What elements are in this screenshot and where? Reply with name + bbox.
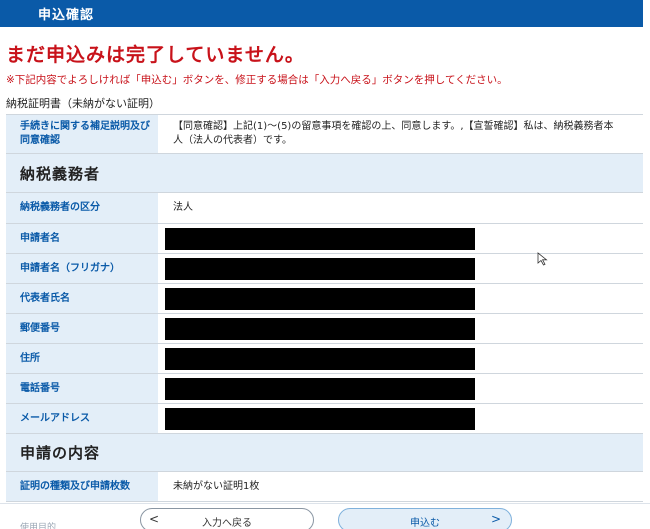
row-value: [158, 314, 643, 343]
row-value: [158, 224, 643, 253]
redacted-value: [165, 407, 475, 430]
row-label: 手続きに関する補足説明及び同意確認: [6, 115, 158, 153]
table-row-postal-code: 郵便番号: [6, 314, 643, 344]
incomplete-warning-title: まだ申込みは完了していません。: [6, 44, 305, 66]
form-name: 納税証明書（未納がない証明）: [6, 97, 160, 110]
row-value: [158, 284, 643, 313]
table-row-taxpayer-type: 納税義務者の区分 法人: [6, 193, 643, 224]
row-value: [158, 404, 643, 433]
row-value: 【同意確認】上記(1)〜(5)の留意事項を確認の上、同意します。,【宣誓確認】私…: [173, 121, 614, 146]
row-label: 申請者名（フリガナ）: [6, 254, 158, 283]
row-value: [158, 374, 643, 403]
row-value: 未納がない証明1枚: [173, 480, 260, 492]
table-row-representative: 代表者氏名: [6, 284, 643, 314]
table-row-applicant-name: 申請者名: [6, 224, 643, 254]
row-label: メールアドレス: [6, 404, 158, 433]
row-value: [158, 254, 643, 283]
row-label: 住所: [6, 344, 158, 373]
purpose-label-peek: 使用目的: [20, 523, 57, 529]
redacted-value: [165, 227, 475, 250]
action-bar: [0, 503, 650, 529]
table-row-address: 住所: [6, 344, 643, 374]
row-label: 納税義務者の区分: [6, 193, 158, 223]
redacted-value: [165, 347, 475, 370]
row-value: [158, 344, 643, 373]
row-value: 法人: [173, 202, 193, 213]
table-row-certificate-type: 証明の種類及び申請枚数 未納がない証明1枚: [6, 472, 643, 502]
table-row-email: メールアドレス: [6, 404, 643, 434]
table-row-phone: 電話番号: [6, 374, 643, 404]
submit-button-label: 申込む: [410, 518, 440, 529]
chevron-right-icon: >: [490, 512, 501, 526]
submit-application-button[interactable]: 申込む >: [338, 508, 512, 529]
row-label: 電話番号: [6, 374, 158, 403]
row-label: 代表者氏名: [6, 284, 158, 313]
redacted-value: [165, 257, 475, 280]
page-header: 申込確認: [0, 0, 643, 27]
redacted-value: [165, 317, 475, 340]
row-label: 申請者名: [6, 224, 158, 253]
table-row-supplement: 手続きに関する補足説明及び同意確認 【同意確認】上記(1)〜(5)の留意事項を確…: [6, 114, 643, 154]
back-button-label: 入力へ戻る: [202, 518, 252, 529]
instruction-note: ※下記内容でよろしければ「申込む」ボタンを、修正する場合は「入力へ戻る」ボタンを…: [6, 74, 508, 86]
row-label: 証明の種類及び申請枚数: [6, 472, 158, 501]
redacted-value: [165, 377, 475, 400]
back-to-input-button[interactable]: < 入力へ戻る: [140, 508, 314, 529]
section-title-application: 申請の内容: [6, 434, 643, 472]
row-label: 郵便番号: [6, 314, 158, 343]
page-title: 申込確認: [38, 8, 95, 23]
redacted-value: [165, 287, 475, 310]
section-title-taxpayer: 納税義務者: [6, 154, 643, 193]
confirmation-table: 手続きに関する補足説明及び同意確認 【同意確認】上記(1)〜(5)の留意事項を確…: [6, 114, 643, 502]
mouse-cursor-icon: [537, 252, 548, 266]
